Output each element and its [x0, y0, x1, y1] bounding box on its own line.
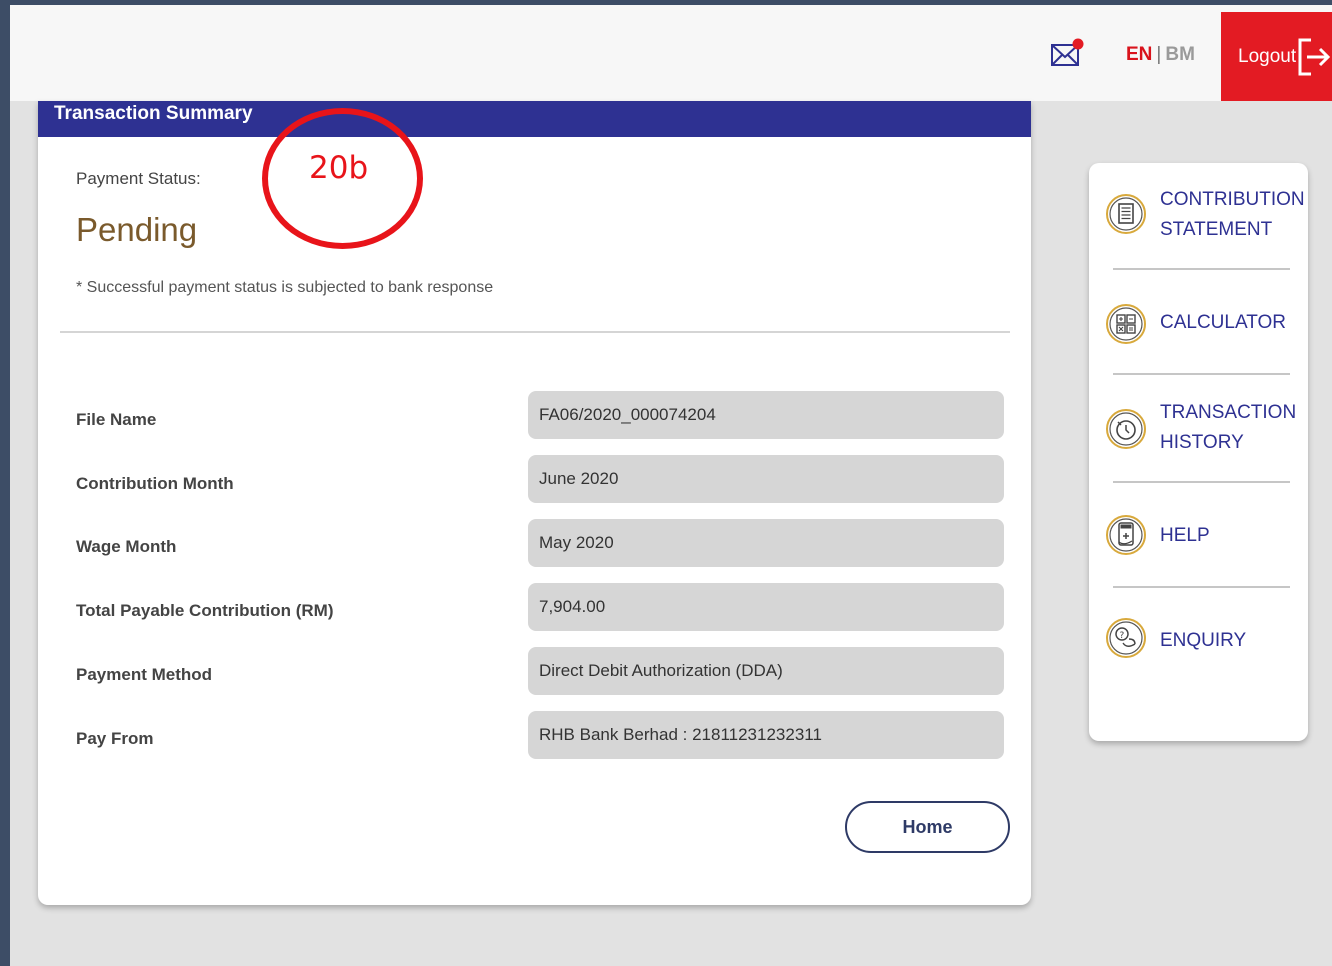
sidebar-label: ENQUIRY	[1160, 630, 1247, 651]
history-clock-icon	[1106, 409, 1146, 449]
mail-icon[interactable]	[1050, 38, 1084, 70]
lang-bm-link[interactable]: BM	[1165, 44, 1195, 65]
sidebar-label-line2: HISTORY	[1160, 432, 1244, 453]
contribution-month-field: June 2020	[528, 455, 1004, 503]
card-title: Transaction Summary	[38, 101, 1031, 137]
lang-en-link[interactable]: EN	[1126, 44, 1152, 65]
logout-icon	[1298, 38, 1331, 76]
divider	[60, 331, 1010, 333]
payment-status-label: Payment Status:	[76, 169, 201, 188]
contribution-month-label: Contribution Month	[76, 474, 234, 493]
status-note: * Successful payment status is subjected…	[76, 279, 494, 296]
enquiry-icon: ?	[1106, 618, 1146, 658]
sidebar-item-enquiry[interactable]: ? ENQUIRY	[1089, 618, 1308, 673]
svg-text:?: ?	[1120, 631, 1125, 641]
sidebar-divider	[1113, 373, 1290, 375]
sidebar-divider	[1113, 586, 1290, 588]
file-name-field: FA06/2020_000074204	[528, 391, 1004, 439]
home-button[interactable]: Home	[845, 801, 1010, 853]
file-name-label: File Name	[76, 410, 157, 429]
logout-button[interactable]: Logout	[1221, 12, 1332, 101]
sidebar-item-help[interactable]: HELP	[1089, 515, 1308, 568]
annotation-label: 20b	[309, 150, 369, 186]
sidebar-item-transaction-history[interactable]: TRANSACTION HISTORY	[1089, 398, 1308, 478]
pay-from-field: RHB Bank Berhad : 21811231232311	[528, 711, 1004, 759]
sidebar-label: CALCULATOR	[1160, 312, 1286, 333]
payment-status-value: Pending	[76, 211, 198, 248]
sidebar-label: HELP	[1160, 525, 1210, 546]
sidebar-label-line2: STATEMENT	[1160, 219, 1273, 240]
wage-month-field: May 2020	[528, 519, 1004, 567]
language-switch: EN | BM	[1126, 44, 1195, 66]
transaction-summary-card: Transaction Summary Payment Status: Pend…	[38, 101, 1031, 905]
lang-separator: |	[1156, 44, 1162, 65]
sidebar-divider	[1113, 268, 1290, 270]
sidebar-label-line1: CONTRIBUTION	[1160, 189, 1305, 210]
sidebar-item-contribution-statement[interactable]: CONTRIBUTION STATEMENT	[1089, 185, 1308, 265]
payment-method-field: Direct Debit Authorization (DDA)	[528, 647, 1004, 695]
quick-links-panel: CONTRIBUTION STATEMENT CALCULATOR TRANSA…	[1089, 163, 1308, 741]
total-payable-field: 7,904.00	[528, 583, 1004, 631]
payment-method-label: Payment Method	[76, 665, 213, 684]
total-payable-label: Total Payable Contribution (RM)	[76, 601, 334, 620]
sidebar-divider	[1113, 481, 1290, 483]
document-icon	[1106, 194, 1146, 234]
sidebar-label-line1: TRANSACTION	[1160, 402, 1297, 423]
pay-from-label: Pay From	[76, 729, 154, 748]
logout-label: Logout	[1238, 45, 1297, 67]
help-icon	[1106, 515, 1146, 555]
sidebar-item-calculator[interactable]: CALCULATOR	[1089, 301, 1308, 351]
wage-month-label: Wage Month	[76, 537, 177, 556]
calculator-icon	[1106, 304, 1146, 344]
